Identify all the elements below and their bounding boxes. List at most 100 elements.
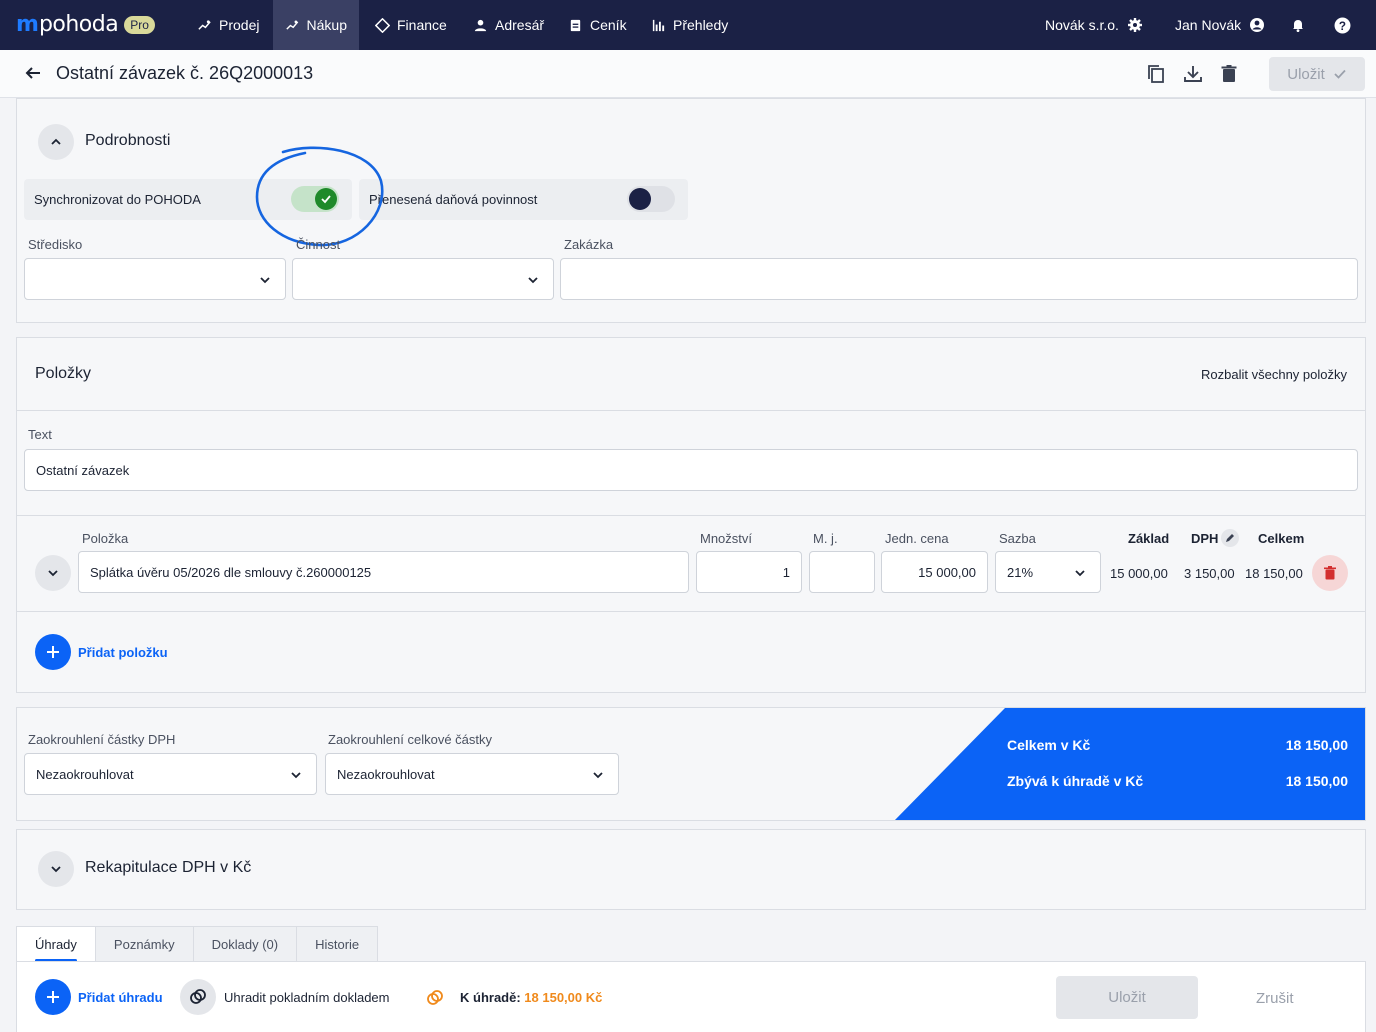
coins-due-icon [427,990,443,1005]
download-icon[interactable] [1182,63,1204,85]
expand-row-button[interactable] [35,555,71,591]
item-name-input[interactable]: Splátka úvěru 05/2026 dle smlouvy č.2600… [78,551,689,593]
nav-item-label: Adresář [495,17,545,33]
tab-doklady[interactable]: Doklady (0) [192,926,298,962]
finance-icon [375,17,390,33]
trash-icon[interactable] [1218,63,1240,85]
gear-icon [1127,18,1142,32]
due-amount: 18 150,00 Kč [524,990,603,1005]
tab-label: Poznámky [113,937,175,952]
tab-label: Historie [315,937,360,952]
unit-price-input[interactable]: 15 000,00 [881,551,988,593]
items-panel: Položky Rozbalit všechny položky Text Os… [16,337,1366,693]
add-item-link[interactable]: Přidat položku [78,645,168,660]
nav-item-prodej[interactable]: Prodej [185,0,271,50]
chevron-down-icon [1075,570,1085,577]
text-label: Text [28,427,52,442]
vat-rate-value: 21% [1007,564,1034,580]
cash-payment-button[interactable] [180,979,216,1015]
nav-item-prehledy[interactable]: Přehledy [639,0,740,50]
tab-poznamky[interactable]: Poznámky [94,926,194,962]
reverse-charge-toggle[interactable] [627,186,675,212]
purchase-icon [286,20,299,30]
pohoda-logo[interactable]: m pohoda Pro [16,12,155,37]
cash-payment-label[interactable]: Uhradit pokladním dokladem [224,990,389,1005]
cancel-payment-button[interactable]: Zrušit [1256,990,1294,1007]
tab-uhrady[interactable]: Úhrady [16,926,96,962]
nav-item-label: Přehledy [673,17,729,33]
company-switcher[interactable]: Novák s.r.o. [1045,0,1143,50]
vat-rounding-select[interactable]: Nezaokrouhlovat [24,753,317,795]
col-quantity: Množství [700,531,753,546]
chevron-down-icon [48,570,58,577]
chevron-down-icon [51,866,61,873]
row-vat-value: 3 150,00 [1184,566,1235,581]
summary-remaining-label: Zbývá k úhradě v Kč [1007,773,1144,789]
add-item-button[interactable] [35,634,71,670]
top-navigation: m pohoda Pro Prodej Nákup Finance Adresá… [0,0,1376,50]
copy-icon[interactable] [1145,63,1167,85]
company-name: Novák s.r.o. [1045,17,1119,33]
payments-panel: Přidat úhradu Uhradit pokladním dokladem… [16,961,1366,1032]
activity-label: Činnost [296,237,341,252]
help-button[interactable]: ? [1334,0,1351,50]
vat-rate-select[interactable]: 21% [995,551,1101,593]
nav-item-finance[interactable]: Finance [363,0,459,50]
vat-recap-panel: Rekapitulace DPH v Kč [16,829,1366,910]
save-payment-label: Uložit [1108,989,1146,1006]
col-rate: Sazba [999,531,1036,546]
nav-item-cenik[interactable]: Ceník [556,0,639,50]
save-button-top[interactable]: Uložit [1269,57,1365,91]
user-name: Jan Novák [1175,17,1242,33]
divider [17,611,1365,612]
expand-all-link[interactable]: Rozbalit všechny položky [1201,367,1347,382]
tab-label: Úhrady [35,937,77,952]
details-panel: Podrobnosti Synchronizovat do POHODA Pře… [16,98,1366,323]
unit-input[interactable] [809,551,875,593]
add-payment-link[interactable]: Přidat úhradu [78,990,163,1005]
collapse-details-button[interactable] [38,124,74,160]
text-input[interactable]: Ostatní závazek [24,449,1358,491]
reverse-charge-label: Přenesená daňová povinnost [369,192,538,207]
vat-rounding-label: Zaokrouhlení částky DPH [28,732,176,747]
col-unit: M. j. [813,531,838,546]
sync-label: Synchronizovat do POHODA [34,192,201,207]
summary-background [894,708,1365,820]
center-select[interactable] [24,258,286,300]
bar-chart-icon [652,19,665,31]
bottom-tabs: Úhrady Poznámky Doklady (0) Historie [16,926,379,962]
tab-historie[interactable]: Historie [296,926,379,962]
help-icon: ? [1334,17,1351,33]
col-base: Základ [1128,531,1170,546]
expand-vat-recap-button[interactable] [38,851,74,887]
coins-icon [190,989,206,1004]
add-payment-button[interactable] [35,979,71,1015]
arrow-left-icon[interactable] [24,64,42,82]
person-icon [474,19,487,31]
item-name-value: Splátka úvěru 05/2026 dle smlouvy č.2600… [90,564,372,580]
total-rounding-select[interactable]: Nezaokrouhlovat [325,753,619,795]
notifications-button[interactable] [1290,0,1306,50]
activity-select[interactable] [292,258,554,300]
text-value: Ostatní závazek [36,462,130,478]
user-menu[interactable]: Jan Novák [1175,0,1265,50]
save-payment-button[interactable]: Uložit [1056,976,1198,1019]
nav-item-label: Finance [397,17,447,33]
quantity-input[interactable]: 1 [696,551,802,593]
nav-item-label: Ceník [590,17,627,33]
quantity-value: 1 [782,564,790,580]
edit-vat-button[interactable] [1221,529,1239,547]
nav-item-nakup[interactable]: Nákup [273,0,359,50]
col-item: Položka [82,531,129,546]
delete-row-button[interactable] [1312,555,1348,591]
row-total-value: 18 150,00 [1245,566,1303,581]
total-rounding-label: Zaokrouhlení celkové částky [328,732,493,747]
total-rounding-value: Nezaokrouhlovat [337,766,435,782]
order-label: Zakázka [564,237,614,252]
nav-item-adresar[interactable]: Adresář [461,0,556,50]
center-label: Středisko [28,237,83,252]
order-input[interactable] [560,258,1358,300]
save-label: Uložit [1287,65,1325,83]
col-total: Celkem [1258,531,1305,546]
chevron-down-icon [593,772,603,779]
